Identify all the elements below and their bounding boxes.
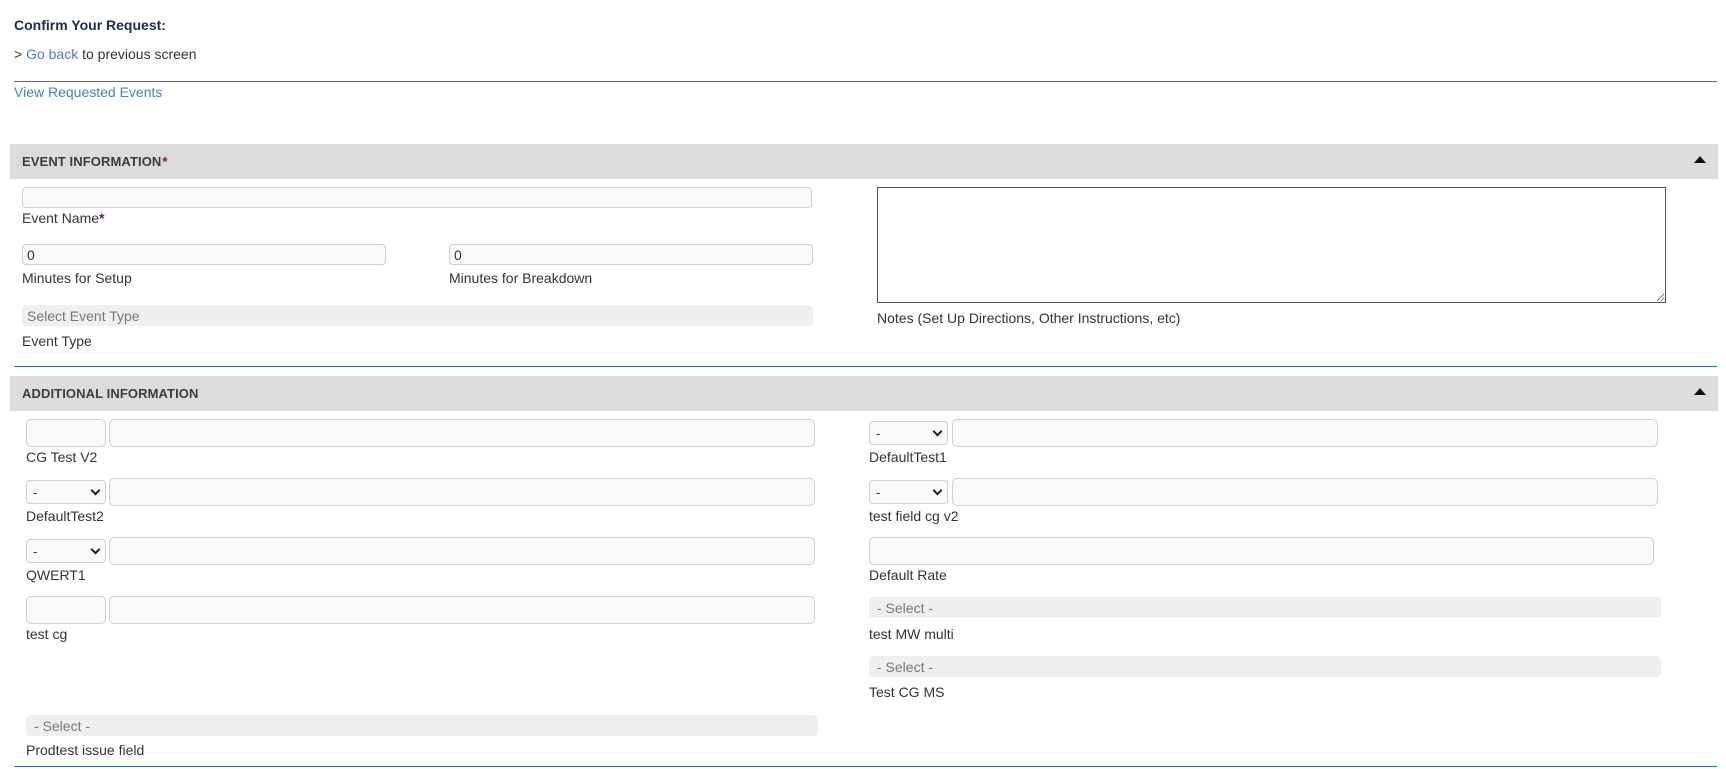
event-name-label: Event Name*	[22, 210, 105, 226]
go-back-link[interactable]: Go back	[26, 46, 78, 62]
test-cg-ms-label: Test CG MS	[869, 684, 945, 700]
notes-textarea[interactable]	[877, 187, 1666, 303]
test-mw-multi-placeholder: - Select -	[877, 599, 934, 616]
default-test1-select[interactable]: -	[869, 421, 948, 445]
additional-section-divider	[14, 766, 1717, 767]
test-cg-ms-select[interactable]: - Select -	[869, 656, 1661, 677]
qwert1-label: QWERT1	[26, 567, 86, 583]
event-name-input[interactable]	[22, 187, 812, 208]
event-type-select[interactable]: Select Event Type	[22, 305, 813, 326]
prodtest-issue-placeholder: - Select -	[34, 717, 91, 734]
additional-information-title: ADDITIONAL INFORMATION	[22, 386, 199, 401]
event-section-divider	[14, 366, 1717, 367]
collapse-up-icon[interactable]	[1694, 388, 1706, 395]
default-test2-select[interactable]: -	[26, 480, 106, 504]
chevron-down-icon	[932, 485, 943, 495]
default-rate-input[interactable]	[869, 537, 1654, 565]
chevron-down-icon	[90, 544, 101, 554]
qwert1-input[interactable]	[109, 537, 815, 565]
minutes-setup-label: Minutes for Setup	[22, 270, 132, 286]
go-back-line: > Go back to previous screen	[14, 46, 197, 62]
go-back-suffix: to previous screen	[82, 46, 197, 62]
view-requested-events-link[interactable]: View Requested Events	[14, 84, 162, 100]
test-field-cg-v2-select[interactable]: -	[869, 480, 948, 504]
minutes-setup-input[interactable]	[22, 244, 386, 265]
minutes-breakdown-input[interactable]	[449, 244, 813, 265]
test-mw-multi-label: test MW multi	[869, 626, 954, 642]
chevron-down-icon	[90, 485, 101, 495]
default-test1-input[interactable]	[952, 419, 1658, 447]
test-field-cg-v2-input[interactable]	[952, 478, 1658, 506]
test-cg-input[interactable]	[109, 596, 815, 624]
header-divider	[14, 81, 1717, 82]
page-title: Confirm Your Request:	[14, 17, 166, 33]
collapse-up-icon[interactable]	[1694, 156, 1706, 163]
default-test2-input[interactable]	[109, 478, 815, 506]
default-test2-label: DefaultTest2	[26, 508, 104, 524]
event-information-header[interactable]: EVENT INFORMATION *	[10, 144, 1718, 179]
additional-information-header[interactable]: ADDITIONAL INFORMATION	[10, 376, 1718, 411]
test-field-cg-v2-label: test field cg v2	[869, 508, 959, 524]
cg-test-v2-label: CG Test V2	[26, 449, 98, 465]
default-test1-label: DefaultTest1	[869, 449, 947, 465]
prodtest-issue-select[interactable]: - Select -	[26, 715, 818, 736]
go-back-prefix: >	[14, 46, 23, 62]
minutes-breakdown-label: Minutes for Breakdown	[449, 270, 593, 286]
required-mark: *	[162, 154, 168, 169]
chevron-down-icon	[932, 426, 943, 436]
test-cg-label: test cg	[26, 626, 68, 642]
notes-label: Notes (Set Up Directions, Other Instruct…	[877, 310, 1181, 326]
test-cg-ms-placeholder: - Select -	[877, 658, 934, 675]
event-information-title: EVENT INFORMATION	[22, 154, 162, 169]
event-type-label: Event Type	[22, 333, 92, 349]
cg-test-v2-small-input[interactable]	[26, 419, 106, 447]
default-rate-label: Default Rate	[869, 567, 947, 583]
cg-test-v2-input[interactable]	[109, 419, 815, 447]
event-type-placeholder: Select Event Type	[27, 307, 140, 324]
qwert1-select[interactable]: -	[26, 539, 106, 563]
test-cg-small-input[interactable]	[26, 596, 106, 624]
test-mw-multi-select[interactable]: - Select -	[869, 597, 1661, 618]
prodtest-issue-label: Prodtest issue field	[26, 742, 145, 758]
